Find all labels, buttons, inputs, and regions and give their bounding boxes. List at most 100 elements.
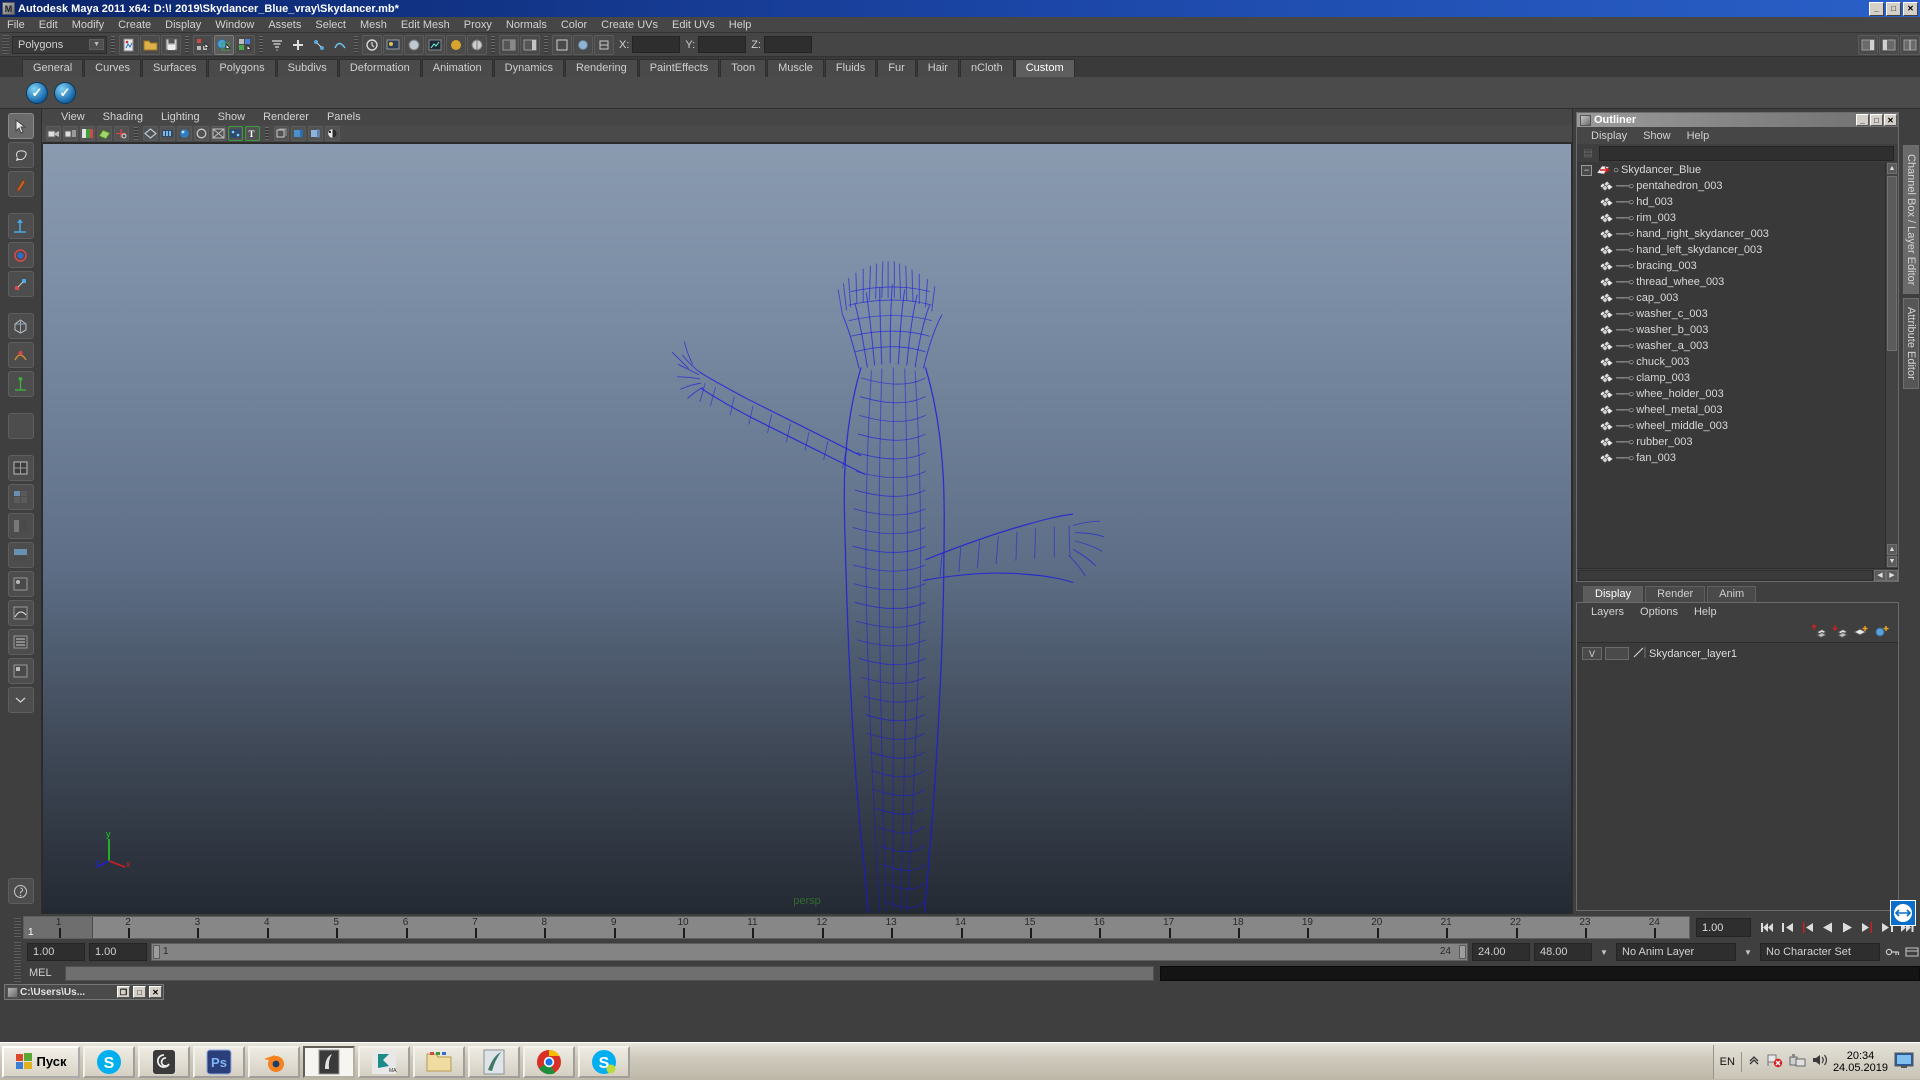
menu-normals[interactable]: Normals (499, 17, 554, 33)
layer-menu-layers[interactable]: Layers (1583, 606, 1632, 618)
viewport-menu-renderer[interactable]: Renderer (254, 109, 318, 125)
flat-shade-icon[interactable] (194, 126, 209, 141)
outliner-item-hd_003[interactable]: ──○ hd_003 (1577, 194, 1898, 210)
shelf-tab-curves[interactable]: Curves (84, 59, 141, 77)
outliner-minimize-button[interactable]: _ (1856, 114, 1869, 126)
anim-layer-selector[interactable]: No Anim Layer (1616, 943, 1736, 961)
outliner-item-thread_whee_003[interactable]: ──○ thread_whee_003 (1577, 274, 1898, 290)
maya-taskbar-icon[interactable] (303, 1045, 355, 1078)
range-start-handle[interactable] (153, 945, 160, 959)
animation-start-time-field[interactable]: 1.00 (27, 943, 85, 961)
camera-attributes-icon[interactable] (63, 126, 78, 141)
time-slider[interactable]: 1 1 2 3 4 5 6 7 8 9 10 11 12 13 14 15 16 17 18 19 20 21 22 23 2… (23, 916, 1690, 939)
outliner-horizontal-scrollbar[interactable]: ◀ ▶ (1577, 568, 1898, 581)
layer-list[interactable]: V Skydancer_layer1 (1577, 642, 1898, 910)
layer-menu-options[interactable]: Options (1632, 606, 1686, 618)
show-channel-box-layer-editor-icon[interactable] (1858, 34, 1878, 55)
shade-objects-icon[interactable] (291, 126, 306, 141)
menu-select[interactable]: Select (308, 17, 353, 33)
go-to-start-icon[interactable] (1759, 919, 1776, 937)
shelf-check-button-1[interactable]: ✓ (26, 81, 48, 104)
hide-panels-icon[interactable] (594, 34, 614, 55)
range-end-handle[interactable] (1459, 945, 1466, 959)
hscroll-track[interactable] (1578, 569, 1873, 581)
start-button[interactable]: Пуск (2, 1045, 80, 1078)
step-forward-frame-icon[interactable] (1859, 919, 1876, 937)
shelf-tab-painteffects[interactable]: PaintEffects (638, 59, 720, 77)
new-layer-from-selected-icon[interactable] (1874, 624, 1890, 638)
command-line-gripper[interactable] (14, 963, 21, 983)
outliner-scroll-thumb[interactable] (1887, 176, 1897, 351)
auto-key-icon[interactable] (1884, 944, 1900, 961)
close-button[interactable]: ✕ (1903, 1, 1918, 16)
display-icon[interactable] (1894, 1052, 1914, 1072)
outliner-item-washer_a_003[interactable]: ──○ washer_a_003 (1577, 338, 1898, 354)
menu-create-uvs[interactable]: Create UVs (594, 17, 665, 33)
menu-color[interactable]: Color (554, 17, 594, 33)
menuset-selector[interactable]: Polygons ▼ (12, 35, 107, 54)
show-manipulator-icon[interactable] (552, 34, 572, 55)
image-plane-icon[interactable] (97, 126, 112, 141)
scroll-left-arrow-icon[interactable]: ◀ (1874, 569, 1886, 581)
close-button[interactable]: ✕ (149, 986, 162, 998)
snap-to-curve-icon[interactable] (288, 35, 308, 55)
skype2-taskbar-icon[interactable]: S (578, 1045, 630, 1078)
character-set-chevron-icon[interactable]: ▼ (1740, 944, 1756, 961)
outliner-root-row[interactable]: − ○ Skydancer_Blue (1577, 162, 1898, 178)
persp-reference-editor-layout-icon[interactable] (7, 658, 34, 684)
select-by-object-type-icon[interactable] (214, 34, 234, 55)
snap-to-point-icon[interactable] (309, 35, 329, 55)
lasso-tool-icon[interactable] (7, 142, 34, 168)
step-back-keyframe-icon[interactable] (1779, 919, 1796, 937)
snap-to-grid-icon[interactable] (267, 35, 287, 55)
menu-proxy[interactable]: Proxy (457, 17, 499, 33)
play-backwards-icon[interactable] (1819, 919, 1836, 937)
help-line-icon[interactable] (7, 878, 34, 904)
viewport-menu-show[interactable]: Show (209, 109, 255, 125)
shelf-tab-general[interactable]: General (22, 59, 84, 77)
menu-edit-uvs[interactable]: Edit UVs (665, 17, 722, 33)
playback-start-time-field[interactable]: 1.00 (89, 943, 147, 961)
animation-preferences-icon[interactable] (1904, 944, 1920, 961)
range-slider-bar[interactable]: 1 24 (151, 943, 1468, 961)
menu-display[interactable]: Display (158, 17, 208, 33)
z-coord-field[interactable] (763, 36, 812, 53)
layer-menu-help[interactable]: Help (1686, 606, 1725, 618)
move-layer-up-icon[interactable] (1811, 624, 1828, 639)
hypershade-icon[interactable] (404, 34, 424, 55)
outliner-persp-layout-icon[interactable] (7, 513, 34, 539)
character-set-selector[interactable]: No Character Set (1760, 943, 1880, 961)
volume-icon[interactable] (1812, 1053, 1828, 1070)
shelf-tab-rendering[interactable]: Rendering (564, 59, 638, 77)
rotate-tool-icon[interactable] (7, 242, 34, 268)
outliner-maximize-button[interactable]: □ (1870, 114, 1883, 126)
construction-history-icon[interactable] (362, 34, 382, 55)
layer-visibility-toggle[interactable]: V (1582, 647, 1602, 660)
teamviewer-badge-icon[interactable] (1890, 900, 1916, 926)
photoshop-taskbar-icon[interactable]: Ps (193, 1045, 245, 1078)
shadows-icon[interactable] (308, 126, 323, 141)
persp-graph-editor-layout-icon[interactable] (7, 600, 34, 626)
move-layer-down-icon[interactable] (1832, 624, 1849, 639)
shelf-tab-deformation[interactable]: Deformation (338, 59, 421, 77)
perspective-viewport[interactable]: y x z persp (42, 143, 1572, 914)
outliner-item-cap_003[interactable]: ──○ cap_003 (1577, 290, 1898, 306)
universal-manipulator-icon[interactable] (7, 313, 34, 339)
paint-select-tool-icon[interactable] (7, 171, 34, 197)
show-manipulator-tool-icon[interactable] (7, 371, 34, 397)
filter-icon[interactable]: ▤ (1581, 146, 1595, 160)
viewport-menu-lighting[interactable]: Lighting (152, 109, 209, 125)
select-by-hierarchy-icon[interactable] (193, 34, 213, 55)
outliner-item-fan_003[interactable]: ──○ fan_003 (1577, 450, 1898, 466)
select-camera-icon[interactable] (46, 126, 61, 141)
restore-button[interactable]: ❐ (117, 986, 130, 998)
new-scene-icon[interactable] (119, 34, 139, 55)
move-tool-icon[interactable] (7, 213, 34, 239)
render-current-frame-icon[interactable] (425, 34, 445, 55)
scroll-down-arrow-icon[interactable]: ▲ (1887, 544, 1897, 555)
shelf-tab-subdivs[interactable]: Subdivs (276, 59, 338, 77)
last-tool-used-icon[interactable] (7, 413, 34, 439)
layer-row[interactable]: V Skydancer_layer1 (1577, 646, 1898, 661)
step-back-frame-icon[interactable] (1799, 919, 1816, 937)
menu-help[interactable]: Help (722, 17, 759, 33)
